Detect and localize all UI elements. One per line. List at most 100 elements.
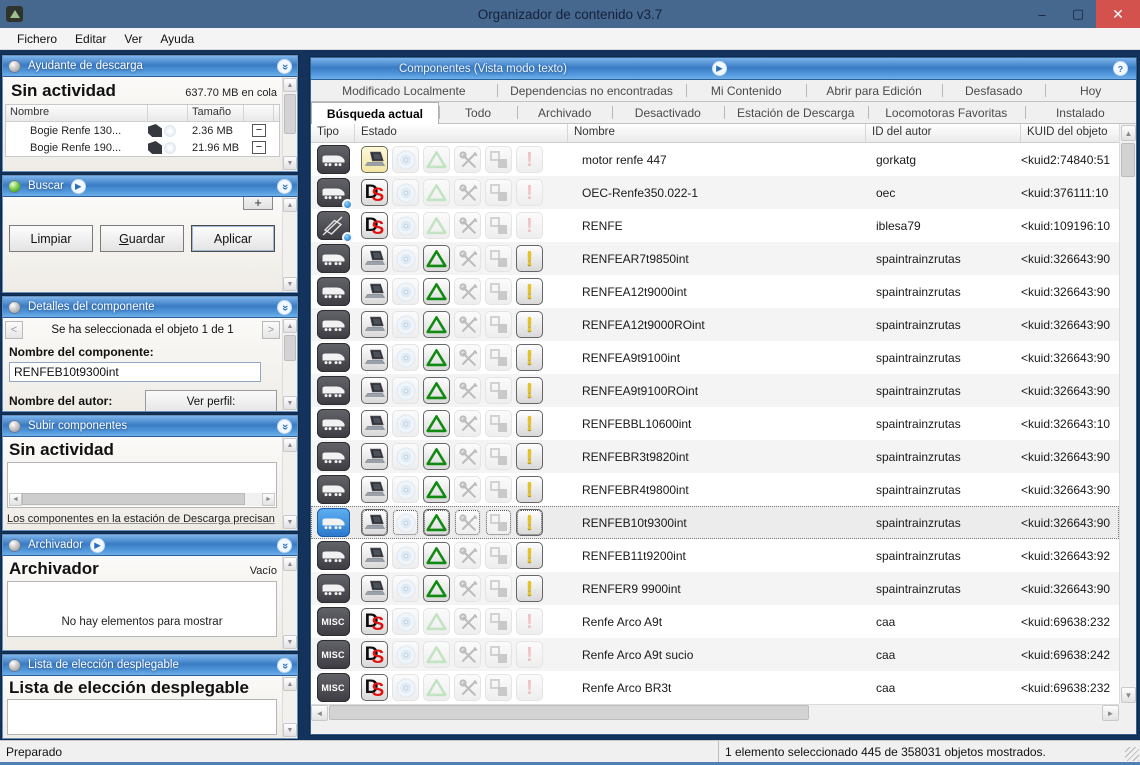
column-header-nombre[interactable]: Nombre [6,105,148,121]
maximize-button[interactable]: ▢ [1060,0,1096,28]
scroll-up-icon[interactable]: ▲ [283,438,297,452]
table-row[interactable]: ! RENFEBBL10600int spaintrainzrutas <kui… [311,407,1119,440]
table-row[interactable]: ! RENFEB10t9300int spaintrainzrutas <kui… [311,506,1119,539]
tab-dependencias-no-encontradas[interactable]: Dependencias no encontradas [497,80,687,102]
scroll-up-icon[interactable]: ▲ [283,319,297,333]
scroll-up-icon[interactable]: ▲ [1121,125,1136,141]
apply-button[interactable]: Aplicar [191,225,275,252]
scroll-down-icon[interactable]: ▼ [283,635,297,649]
save-button[interactable]: Guardar [100,225,184,252]
table-row[interactable]: ! RENFEAR7t9850int spaintrainzrutas <kui… [311,242,1119,275]
table-row[interactable]: ! RENFEA9t9100ROint spaintrainzrutas <ku… [311,374,1119,407]
scroll-thumb[interactable] [284,335,296,361]
table-row[interactable]: DS! RENFE iblesa79 <kuid:109196:10 [311,209,1119,242]
tab-estacion-de-descarga[interactable]: Estación de Descarga [724,102,868,124]
resize-grip[interactable] [1125,747,1139,761]
menu-editar[interactable]: Editar [66,30,115,48]
scroll-right-icon[interactable]: ► [262,493,275,506]
table-row[interactable]: MISC DS! Renfe Arco A9t sucio caa <kuid:… [311,638,1119,671]
collapse-chevron-icon[interactable]: » [277,538,292,553]
remove-from-queue-button[interactable]: − [252,141,266,154]
dropdown-list-box[interactable] [7,699,277,735]
scroll-up-icon[interactable]: ▲ [283,198,297,212]
tab-todo[interactable]: Todo [439,102,517,124]
panel-archiver-header[interactable]: Archivador ▶ » [3,535,297,556]
scroll-thumb[interactable] [1121,143,1135,177]
collapse-chevron-icon[interactable]: » [277,59,292,74]
prev-object-button[interactable]: < [5,321,23,339]
scrollbar-vertical[interactable]: ▲ ▼ [282,556,297,650]
tab-hoy[interactable]: Hoy [1045,80,1136,102]
download-row[interactable]: Bogie Renfe 190... 21.96 MB − [6,139,279,156]
scrollbar-vertical[interactable]: ▲ ▼ [282,676,297,738]
collapse-chevron-icon[interactable]: » [277,179,292,194]
minimize-button[interactable]: – [1024,0,1060,28]
scroll-left-icon[interactable]: ◄ [311,705,328,721]
scroll-down-icon[interactable]: ▼ [283,515,297,529]
next-object-button[interactable]: > [262,321,280,339]
scrollbar-vertical[interactable]: ▲ ▼ [282,437,297,530]
tab-instalado[interactable]: Instalado [1025,102,1136,124]
component-name-field[interactable] [9,362,261,382]
play-icon[interactable]: ▶ [71,179,86,194]
table-row[interactable]: ! RENFEB11t9200int spaintrainzrutas <kui… [311,539,1119,572]
panel-download-helper-header[interactable]: Ayudante de descarga » [3,56,297,77]
scrollbar-vertical[interactable]: ▲ ▼ [282,197,297,292]
table-scrollbar-vertical[interactable]: ▲ ▼ [1119,124,1136,704]
table-row[interactable]: DS! OEC-Renfe350.022-1 oec <kuid:376111:… [311,176,1119,209]
tab-desfasado[interactable]: Desfasado [942,80,1045,102]
scroll-left-icon[interactable]: ◄ [9,493,22,506]
tab-desactivado[interactable]: Desactivado [612,102,723,124]
column-header-nombre[interactable]: Nombre [568,124,866,142]
components-panel-header[interactable]: Componentes (Vista modo texto) ▶ ? [311,58,1136,80]
panel-search-header[interactable]: Buscar ▶ » [3,176,297,197]
table-row[interactable]: MISC DS! Renfe Arco A9t caa <kuid:69638:… [311,605,1119,638]
view-profile-button[interactable]: Ver perfil: [145,390,277,411]
download-row[interactable]: Bogie Renfe 130... 2.36 MB − [6,122,279,139]
tab-abrir-para-edicion[interactable]: Abrir para Edición [806,80,942,102]
collapse-chevron-icon[interactable]: » [277,300,292,315]
scroll-right-icon[interactable]: ► [1102,705,1119,721]
menu-ayuda[interactable]: Ayuda [151,30,203,48]
play-icon[interactable]: ▶ [712,61,727,76]
tab-locomotoras-favoritas[interactable]: Locomotoras Favoritas [868,102,1025,124]
tab-busqueda-actual[interactable]: Búsqueda actual [311,102,439,124]
column-header-id-del-autor[interactable]: ID del autor [866,124,1021,142]
panel-details-header[interactable]: Detalles del componente » [3,297,297,318]
scroll-thumb[interactable] [329,705,809,720]
scrollbar-vertical[interactable]: ▲ ▼ [282,318,297,411]
column-header-kuid[interactable]: KUID del objeto [1021,124,1119,142]
remove-from-queue-button[interactable]: − [252,124,266,137]
panel-dropdown-header[interactable]: Lista de elección desplegable » [3,655,297,676]
collapse-chevron-icon[interactable]: » [277,419,292,434]
scrollbar-vertical[interactable]: ▲ ▼ [282,77,297,171]
table-row[interactable]: MISC DS! Renfe Arco BR3t caa <kuid:69638… [311,671,1119,704]
scroll-thumb[interactable] [22,493,245,505]
table-row[interactable]: ! RENFEA9t9100int spaintrainzrutas <kuid… [311,341,1119,374]
tab-modificado-localmente[interactable]: Modificado Localmente [311,80,497,102]
scroll-thumb[interactable] [284,94,296,134]
scroll-down-icon[interactable]: ▼ [283,723,297,737]
table-row[interactable]: ! RENFEA12t9000int spaintrainzrutas <kui… [311,275,1119,308]
scrollbar-horizontal[interactable]: ◄ ► [9,493,275,506]
menu-fichero[interactable]: Fichero [8,30,66,48]
scroll-up-icon[interactable]: ▲ [283,557,297,571]
scroll-down-icon[interactable]: ▼ [1121,687,1136,703]
scroll-down-icon[interactable]: ▼ [283,156,297,170]
panel-upload-header[interactable]: Subir componentes » [3,416,297,437]
collapse-chevron-icon[interactable]: » [277,658,292,673]
column-header-tamano[interactable]: Tamaño [188,105,244,121]
table-row[interactable]: ! RENFEBR3t9820int spaintrainzrutas <kui… [311,440,1119,473]
table-row[interactable]: ! motor renfe 447 gorkatg <kuid2:74840:5… [311,143,1119,176]
play-icon[interactable]: ▶ [90,538,105,553]
scroll-down-icon[interactable]: ▼ [283,396,297,410]
table-row[interactable]: ! RENFER9 9900int spaintrainzrutas <kuid… [311,572,1119,605]
column-header-estado[interactable]: Estado [355,124,568,142]
column-header-tipo[interactable]: Tipo [311,124,355,142]
scroll-up-icon[interactable]: ▲ [283,78,297,92]
scroll-up-icon[interactable]: ▲ [283,677,297,691]
table-row[interactable]: ! RENFEBR4t9800int spaintrainzrutas <kui… [311,473,1119,506]
tab-archivado[interactable]: Archivado [517,102,612,124]
close-button[interactable]: ✕ [1096,0,1140,28]
scroll-down-icon[interactable]: ▼ [283,277,297,291]
